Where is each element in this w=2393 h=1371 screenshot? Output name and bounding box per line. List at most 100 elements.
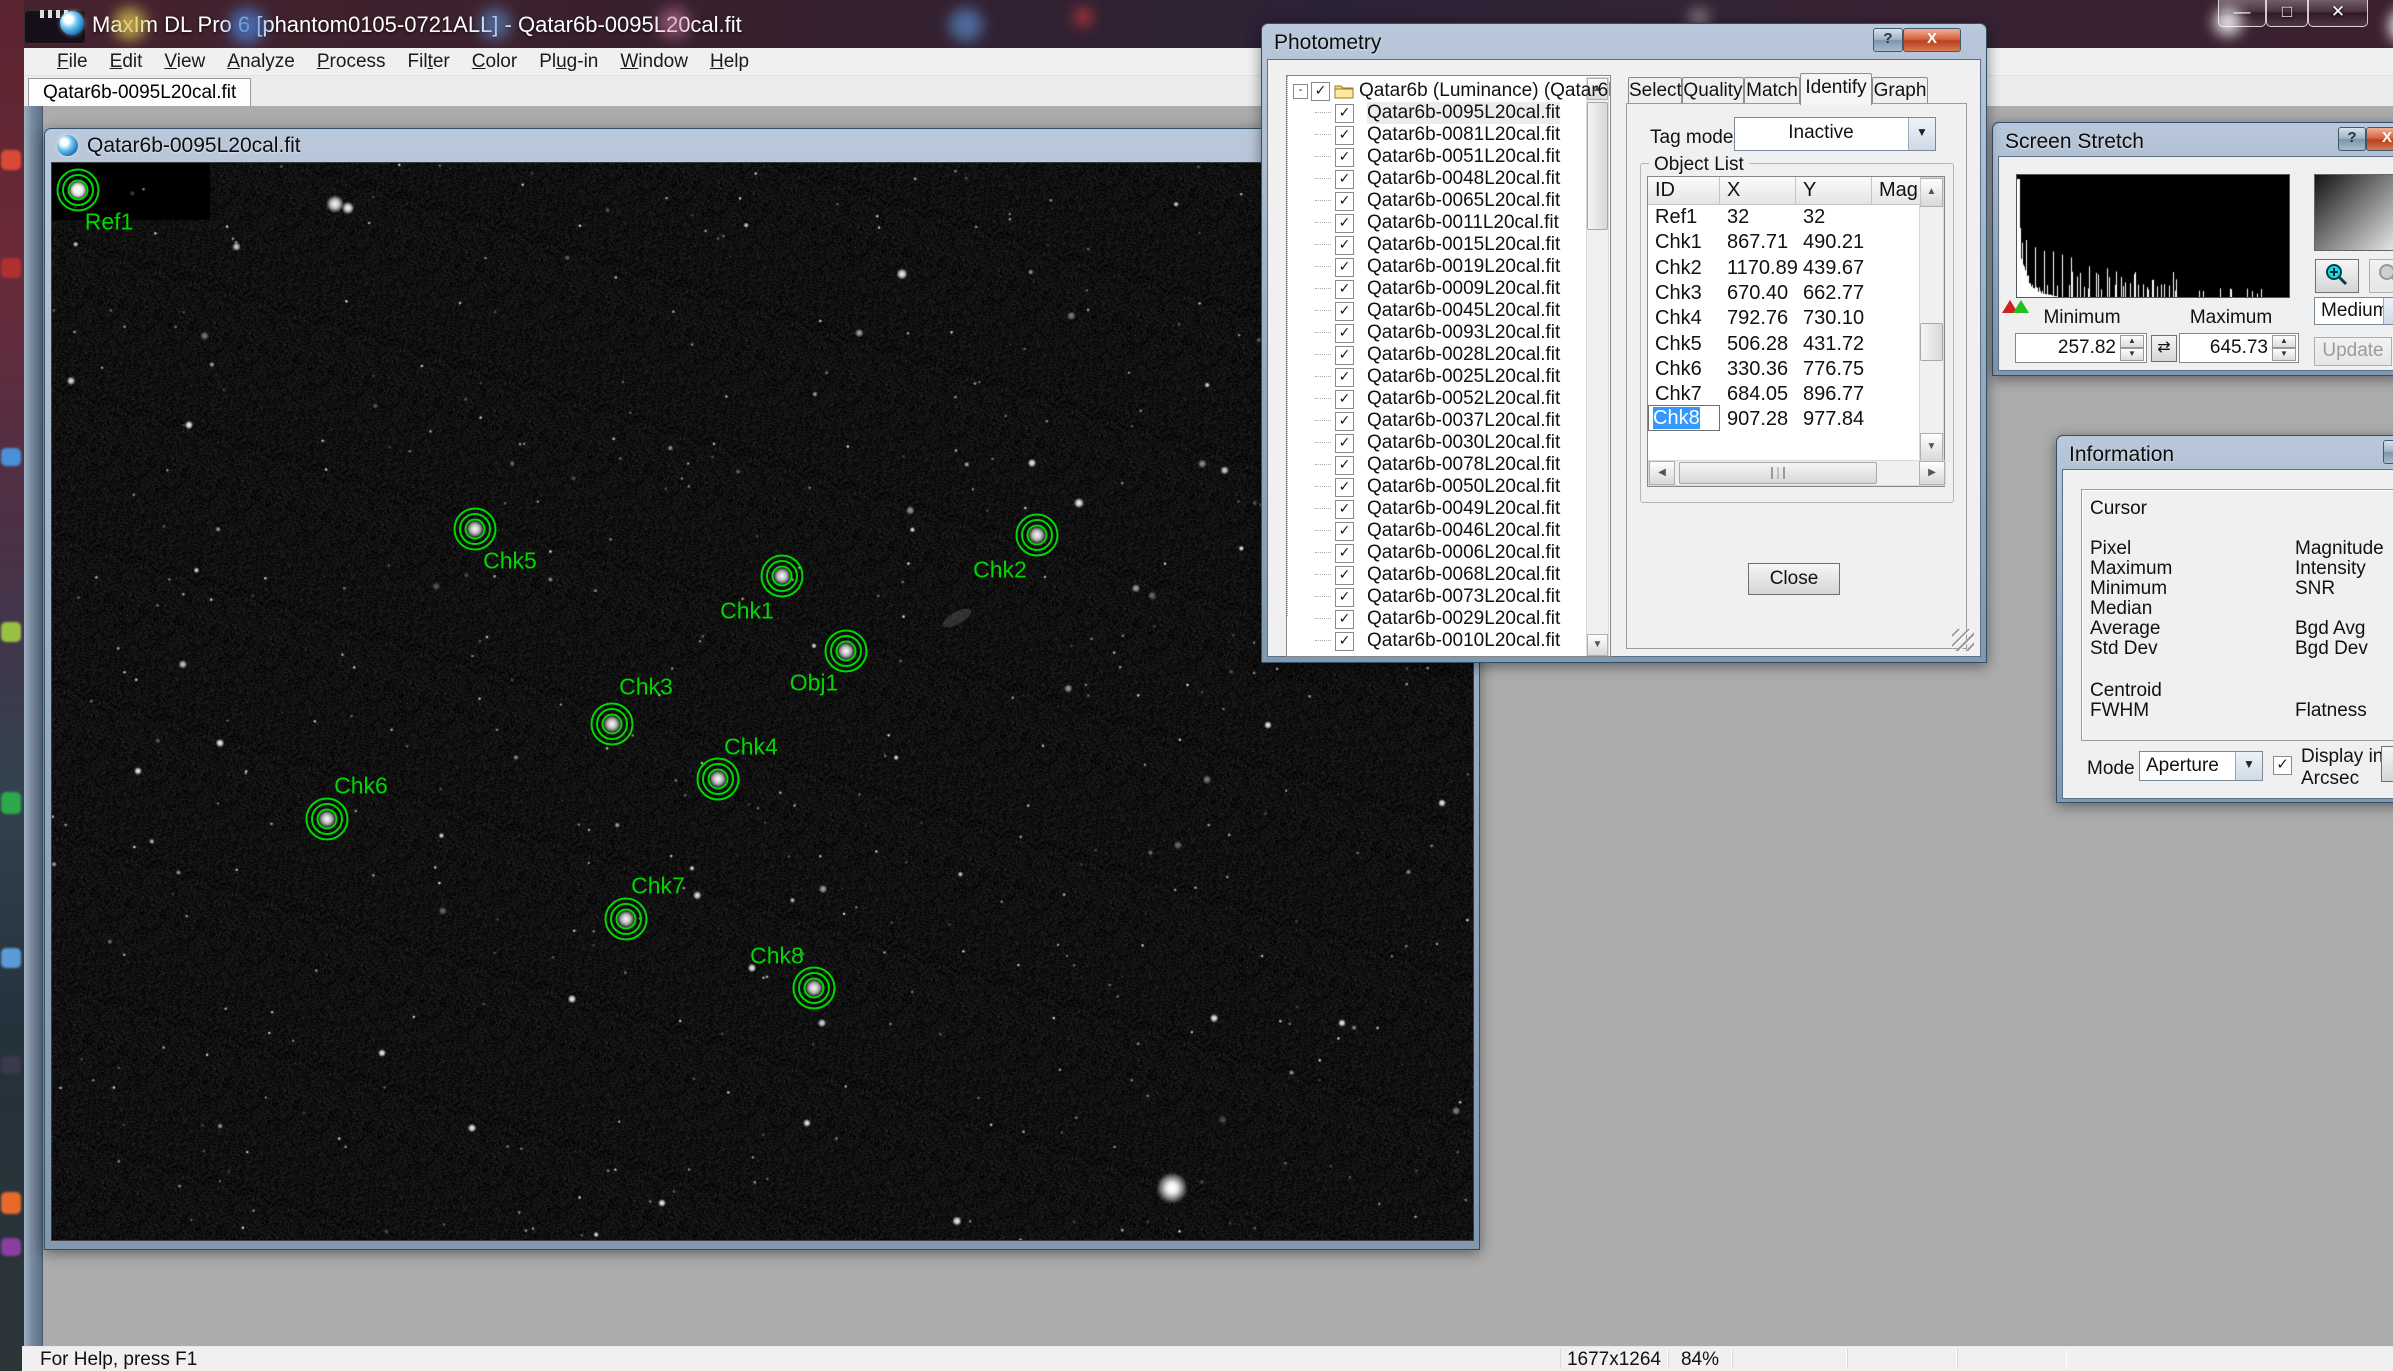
aperture-marker-ref1[interactable] (55, 167, 101, 213)
column-header-x[interactable]: X (1720, 177, 1796, 205)
tree-checkbox[interactable]: ✓ (1335, 324, 1354, 343)
menu-filter[interactable]: Filter (397, 51, 461, 73)
tree-file-label[interactable]: Qatar6b-0025L20cal.fit (1367, 366, 1560, 388)
table-row[interactable]: Chk6330.36776.75 (1648, 357, 1921, 382)
tree-file-label[interactable]: Qatar6b-0045L20cal.fit (1367, 300, 1560, 322)
spin-up-icon[interactable]: ▲ (2272, 335, 2296, 348)
id-edit-field[interactable]: Chk8 (1648, 405, 1720, 431)
tree-file-label[interactable]: Qatar6b-0015L20cal.fit (1367, 234, 1560, 256)
mode-select[interactable]: Aperture ▼ (2139, 751, 2263, 781)
update-button[interactable]: Update (2314, 337, 2392, 366)
chevron-down-icon[interactable]: ▼ (2383, 298, 2393, 324)
spin-down-icon[interactable]: ▼ (2120, 348, 2144, 361)
scroll-down-icon[interactable]: ▼ (1587, 634, 1608, 656)
tree-checkbox[interactable]: ✓ (1335, 368, 1354, 387)
menu-window[interactable]: Window (609, 51, 699, 73)
minimum-input[interactable]: 257.82 ▲▼ (2015, 333, 2147, 363)
tree-checkbox[interactable]: ✓ (1335, 390, 1354, 409)
menu-view[interactable]: View (153, 51, 216, 73)
scroll-right-icon[interactable]: ▶ (1919, 461, 1945, 485)
tree-file-label[interactable]: Qatar6b-0065L20cal.fit (1367, 190, 1560, 212)
calibrate-button[interactable]: C (2381, 746, 2393, 782)
table-row[interactable]: Chk4792.76730.10 (1648, 306, 1921, 331)
tree-checkbox[interactable]: ✓ (1335, 236, 1354, 255)
table-row[interactable]: Chk3670.40662.77 (1648, 281, 1921, 306)
tree-checkbox[interactable]: ✓ (1335, 632, 1354, 651)
object-table[interactable]: ▲ ▼ ◀ ▶ IDXYMagRef13232Chk1867.71490.21C… (1647, 176, 1945, 487)
menu-edit[interactable]: Edit (99, 51, 154, 73)
zoom-out-button[interactable] (2369, 259, 2393, 293)
tree-checkbox[interactable]: ✓ (1335, 456, 1354, 475)
tree-scroll-thumb[interactable] (1587, 102, 1608, 230)
scroll-down-icon[interactable]: ▼ (1920, 433, 1943, 462)
tree-file-label[interactable]: Qatar6b-0011L20cal.fit (1367, 212, 1559, 234)
tree-checkbox[interactable]: ✓ (1335, 478, 1354, 497)
tree-file-label[interactable]: Qatar6b-0037L20cal.fit (1367, 410, 1560, 432)
tree-file-label[interactable]: Qatar6b-0029L20cal.fit (1367, 608, 1560, 630)
aperture-marker-chk7[interactable] (603, 896, 649, 942)
tree-checkbox[interactable]: ✓ (1335, 544, 1354, 563)
tree-checkbox[interactable]: ✓ (1335, 170, 1354, 189)
tree-file-label[interactable]: Qatar6b-0028L20cal.fit (1367, 344, 1560, 366)
tree-file-label[interactable]: Qatar6b-0081L20cal.fit (1367, 124, 1560, 146)
tree-file-label[interactable]: Qatar6b-0095L20cal.fit (1367, 102, 1560, 124)
table-row[interactable]: Chk8907.28977.84 (1648, 407, 1921, 432)
tab-match[interactable]: Match (1744, 77, 1800, 104)
tree-scrollbar[interactable]: ▲ ▼ (1586, 77, 1609, 657)
column-header-y[interactable]: Y (1796, 177, 1872, 205)
chevron-down-icon[interactable]: ▼ (2235, 752, 2262, 780)
tree-checkbox[interactable]: ✓ (1335, 434, 1354, 453)
tree-checkbox[interactable]: ✓ (1335, 500, 1354, 519)
table-row[interactable]: Chk7684.05896.77 (1648, 382, 1921, 407)
max-marker-icon[interactable] (2013, 300, 2029, 313)
aperture-marker-chk2[interactable] (1014, 512, 1060, 558)
scroll-left-icon[interactable]: ◀ (1649, 461, 1675, 485)
tab-quality[interactable]: Quality (1682, 77, 1744, 104)
tree-checkbox[interactable]: ✓ (1335, 412, 1354, 431)
tree-checkbox[interactable]: ✓ (1335, 148, 1354, 167)
tree-collapse-icon[interactable]: - (1293, 84, 1308, 99)
aperture-marker-chk8[interactable] (791, 965, 837, 1011)
spin-up-icon[interactable]: ▲ (2120, 335, 2144, 348)
aperture-marker-chk6[interactable] (304, 796, 350, 842)
aperture-marker-chk4[interactable] (695, 756, 741, 802)
maximize-button[interactable]: □ (2266, 0, 2308, 27)
tree-checkbox[interactable]: ✓ (1335, 346, 1354, 365)
information-window[interactable]: Information ? CursorPixelMaximumMinimumM… (2056, 435, 2393, 803)
tree-checkbox[interactable]: ✓ (1335, 258, 1354, 277)
column-header-mag[interactable]: Mag (1872, 177, 1921, 205)
menu-process[interactable]: Process (306, 51, 397, 73)
selected-text[interactable]: Chk8 (1653, 407, 1700, 429)
tab-identify[interactable]: Identify (1800, 73, 1872, 105)
tree-checkbox[interactable]: ✓ (1311, 82, 1330, 101)
tree-file-label[interactable]: Qatar6b-0093L20cal.fit (1367, 322, 1560, 344)
help-button[interactable]: ? (2383, 440, 2393, 464)
resize-grip[interactable] (1952, 629, 1974, 651)
aperture-marker-chk5[interactable] (452, 506, 498, 552)
maximum-input[interactable]: 645.73 ▲▼ (2179, 333, 2299, 363)
photometry-dialog[interactable]: Photometry ? X ▲ ▼ -✓Qatar6b (Luminance)… (1261, 23, 1987, 663)
tree-checkbox[interactable]: ✓ (1335, 214, 1354, 233)
tree-file-label[interactable]: Qatar6b-0046L20cal.fit (1367, 520, 1560, 542)
menu-plug-in[interactable]: Plug-in (528, 51, 609, 73)
tree-file-label[interactable]: Qatar6b-0051L20cal.fit (1367, 146, 1560, 168)
screen-stretch-window[interactable]: Screen Stretch ? X Minimum Maximum 257.8… (1992, 122, 2393, 376)
help-button[interactable]: ? (2338, 127, 2366, 151)
menu-help[interactable]: Help (699, 51, 760, 73)
tree-checkbox[interactable]: ✓ (1335, 588, 1354, 607)
tab-graph[interactable]: Graph (1872, 77, 1928, 104)
tree-file-label[interactable]: Qatar6b-0050L20cal.fit (1367, 476, 1560, 498)
tree-file-label[interactable]: Qatar6b-0048L20cal.fit (1367, 168, 1560, 190)
tree-checkbox[interactable]: ✓ (1335, 302, 1354, 321)
tag-mode-select[interactable]: Inactive ▼ (1734, 117, 1936, 151)
tree-checkbox[interactable]: ✓ (1335, 566, 1354, 585)
dialog-close-icon[interactable]: X (1903, 28, 1961, 52)
menu-file[interactable]: File (46, 51, 99, 73)
menu-color[interactable]: Color (461, 51, 528, 73)
aperture-marker-chk3[interactable] (589, 701, 635, 747)
document-tab[interactable]: Qatar6b-0095L20cal.fit (28, 78, 251, 106)
table-row[interactable]: Chk21170.89439.67 (1648, 256, 1921, 281)
tab-select[interactable]: Select (1628, 77, 1682, 104)
table-hscrollbar[interactable]: ◀ ▶ (1648, 460, 1946, 486)
close-button[interactable]: ✕ (2308, 0, 2368, 27)
